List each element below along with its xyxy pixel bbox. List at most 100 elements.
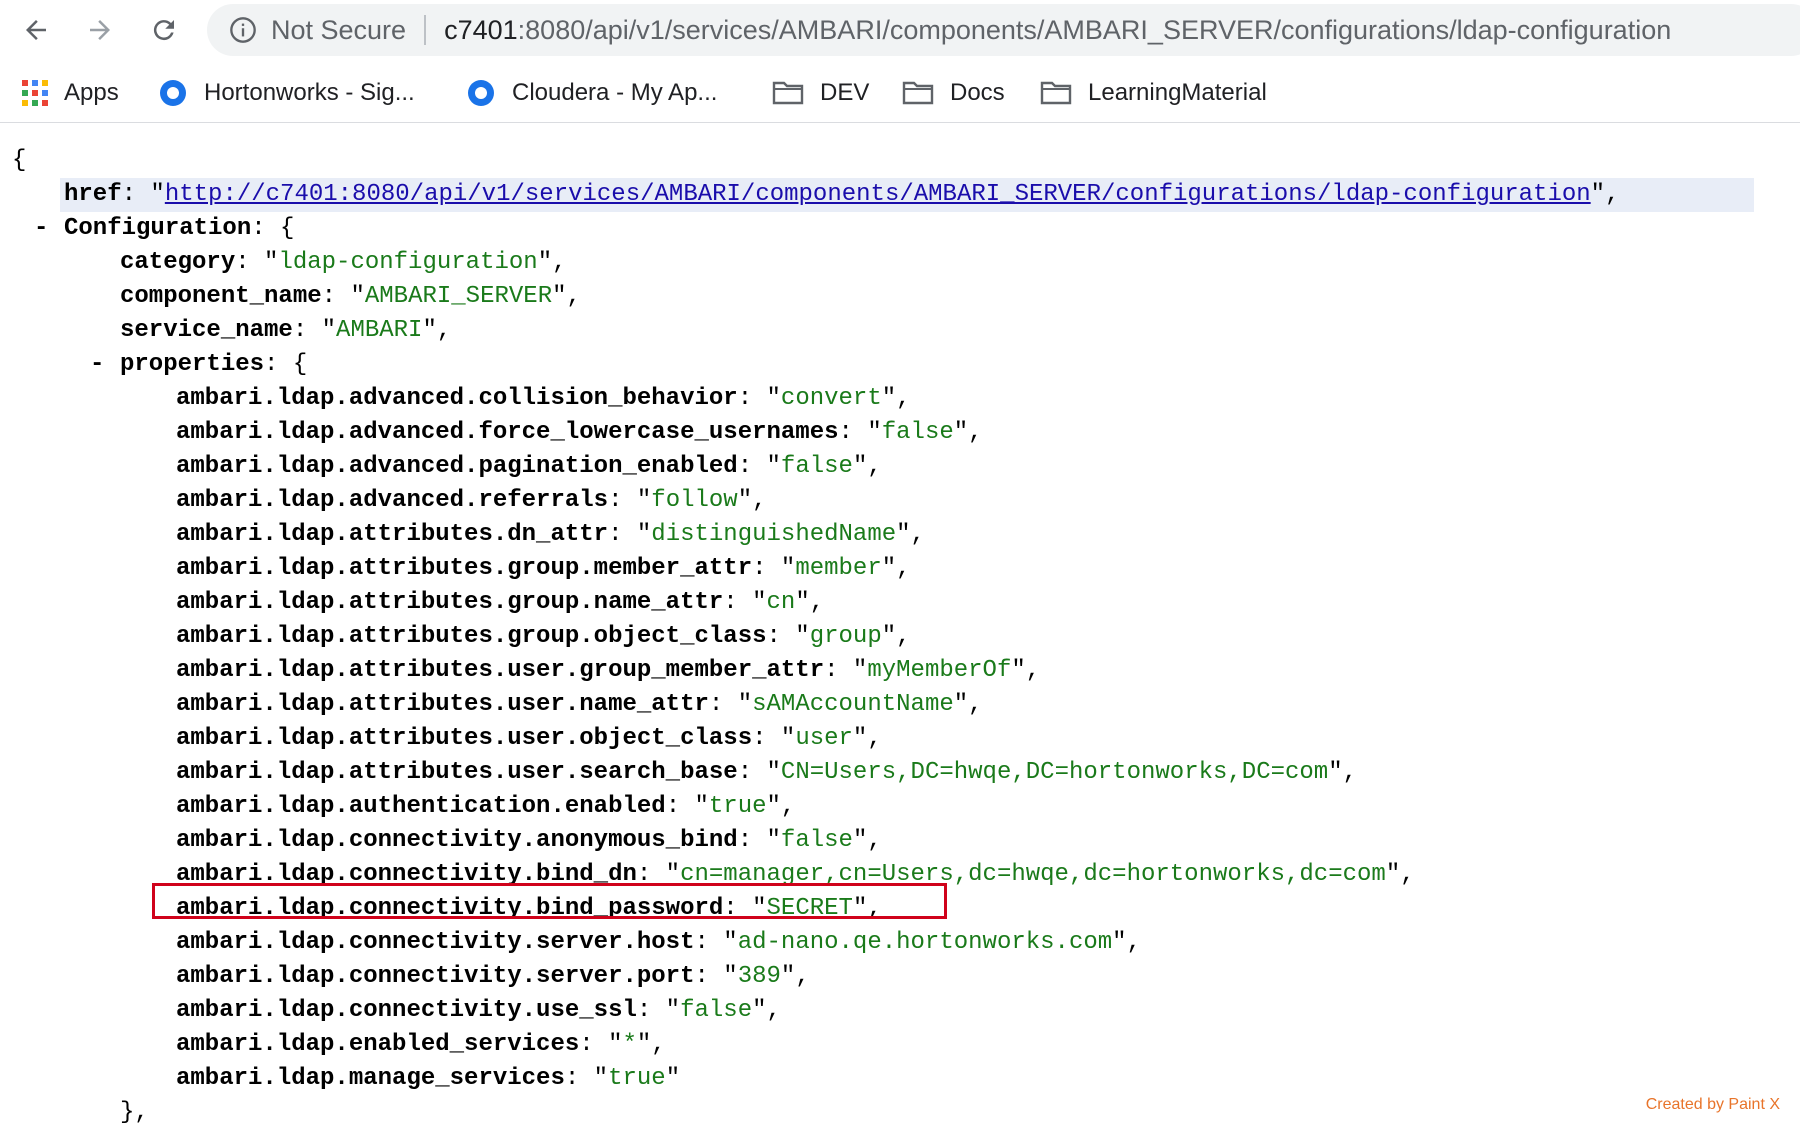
properties-row: properties: { [120, 351, 308, 378]
security-label[interactable]: Not Secure [271, 15, 406, 46]
property-key: ambari.ldap.attributes.user.search_base [176, 759, 738, 786]
json-closing-brace: }, [120, 1099, 149, 1126]
json-open-brace: { [12, 147, 27, 174]
collapse-toggle-configuration[interactable]: - [34, 212, 48, 246]
bookmark-learningmaterial[interactable]: LearningMaterial [1040, 64, 1267, 122]
property-row: ambari.ldap.connectivity.use_ssl: "false… [176, 997, 781, 1024]
property-value: * [622, 1031, 637, 1058]
property-key: ambari.ldap.connectivity.server.port [176, 963, 695, 990]
json-string-value: ldap-configuration [278, 249, 538, 276]
property-row: ambari.ldap.enabled_services: "*", [176, 1031, 666, 1058]
property-key: ambari.ldap.connectivity.anonymous_bind [176, 827, 738, 854]
property-row: ambari.ldap.advanced.force_lowercase_use… [176, 419, 983, 446]
folder-icon [1040, 81, 1072, 105]
property-row: ambari.ldap.advanced.pagination_enabled:… [176, 453, 882, 480]
property-key: ambari.ldap.attributes.group.member_attr [176, 555, 753, 582]
json-key: properties [120, 351, 265, 378]
url-host[interactable]: c7401 [444, 15, 518, 46]
property-row: ambari.ldap.attributes.dn_attr: "disting… [176, 521, 925, 548]
property-row: ambari.ldap.attributes.user.object_class… [176, 725, 882, 752]
property-row: ambari.ldap.attributes.user.search_base:… [176, 759, 1358, 786]
property-value: 389 [737, 963, 781, 990]
property-row: ambari.ldap.attributes.user.group_member… [176, 657, 1041, 684]
bookmark-label: Cloudera - My Ap... [512, 79, 718, 106]
property-value: follow [651, 487, 738, 514]
collapse-toggle-properties[interactable]: - [90, 348, 104, 382]
service-name-row: service_name: "AMBARI", [120, 317, 452, 344]
folder-icon [772, 81, 804, 105]
property-value: myMemberOf [867, 657, 1012, 684]
watermark: Created by Paint X [1645, 1096, 1780, 1113]
reload-icon [153, 20, 174, 41]
json-key: component_name [120, 283, 322, 310]
property-key: ambari.ldap.attributes.group.name_attr [176, 589, 724, 616]
property-value: false [881, 419, 954, 446]
property-value: user [795, 725, 853, 752]
property-key: ambari.ldap.attributes.group.object_clas… [176, 623, 767, 650]
property-key: ambari.ldap.advanced.force_lowercase_use… [176, 419, 839, 446]
property-value: cn [766, 589, 796, 616]
category-row: category: "ldap-configuration", [120, 249, 567, 276]
property-key: ambari.ldap.attributes.user.group_member… [176, 657, 825, 684]
reload-button[interactable] [144, 10, 184, 50]
property-key: ambari.ldap.connectivity.use_ssl [176, 997, 637, 1024]
browser-toolbar: Not Secure c7401:8080/api/v1/services/AM… [0, 0, 1800, 62]
bookmark-label: Docs [950, 79, 1005, 106]
property-value: true [608, 1065, 666, 1092]
forward-arrow-icon [90, 20, 110, 40]
property-value: CN=Users,DC=hwqe,DC=hortonworks,DC=com [780, 759, 1329, 786]
href-link[interactable]: http://c7401:8080/api/v1/services/AMBARI… [165, 181, 1591, 208]
property-value: false [680, 997, 753, 1024]
property-row: ambari.ldap.attributes.user.name_attr: "… [176, 691, 983, 718]
bookmark-dev[interactable]: DEV [772, 64, 869, 122]
configuration-row: Configuration: { [64, 215, 295, 242]
bookmarks-bar: Apps Hortonworks - Sig... Cloudera - My … [0, 64, 1800, 123]
property-key: ambari.ldap.enabled_services [176, 1031, 580, 1058]
property-value: false [780, 827, 853, 854]
json-string-value: AMBARI [336, 317, 423, 344]
property-row: ambari.ldap.connectivity.server.port: "3… [176, 963, 810, 990]
property-value: sAMAccountName [752, 691, 954, 718]
apps-grid-icon [22, 80, 48, 106]
property-value: ad-nano.qe.hortonworks.com [737, 929, 1113, 956]
property-value: convert [780, 385, 882, 412]
cloudera-logo-icon [468, 80, 494, 106]
address-bar[interactable]: Not Secure c7401:8080/api/v1/services/AM… [207, 4, 1800, 56]
back-button[interactable] [16, 10, 56, 50]
info-icon[interactable] [229, 16, 257, 44]
property-key: ambari.ldap.advanced.referrals [176, 487, 609, 514]
bookmark-cloudera[interactable]: Cloudera - My Ap... [466, 64, 717, 122]
property-value: group [809, 623, 882, 650]
property-row: ambari.ldap.advanced.collision_behavior:… [176, 385, 911, 412]
bookmark-label: Apps [64, 79, 119, 106]
property-key: ambari.ldap.manage_services [176, 1065, 565, 1092]
bookmark-hortonworks[interactable]: Hortonworks - Sig... [158, 64, 415, 122]
bookmark-apps[interactable]: Apps [22, 64, 119, 122]
property-key: ambari.ldap.connectivity.server.host [176, 929, 695, 956]
property-key: ambari.ldap.attributes.dn_attr [176, 521, 609, 548]
property-key: ambari.ldap.attributes.user.object_class [176, 725, 753, 752]
bind-password-highlight-box [152, 883, 947, 919]
json-key: service_name [120, 317, 293, 344]
hortonworks-logo-icon [160, 80, 186, 106]
json-string-value: AMBARI_SERVER [364, 283, 553, 310]
property-key: ambari.ldap.advanced.collision_behavior [176, 385, 738, 412]
back-arrow-icon [26, 20, 46, 40]
property-value: distinguishedName [651, 521, 897, 548]
address-separator [424, 15, 427, 45]
property-row: ambari.ldap.manage_services: "true" [176, 1065, 681, 1092]
json-key: Configuration [64, 215, 252, 242]
property-row: ambari.ldap.connectivity.server.host: "a… [176, 929, 1141, 956]
property-row: ambari.ldap.advanced.referrals: "follow"… [176, 487, 767, 514]
property-key: ambari.ldap.authentication.enabled [176, 793, 666, 820]
bookmark-docs[interactable]: Docs [902, 64, 1005, 122]
property-key: ambari.ldap.attributes.user.name_attr [176, 691, 709, 718]
json-key: category [120, 249, 236, 276]
href-row: href: "http://c7401:8080/api/v1/services… [64, 181, 1620, 208]
property-row: ambari.ldap.attributes.group.member_attr… [176, 555, 911, 582]
forward-button[interactable] [80, 10, 120, 50]
property-row: ambari.ldap.attributes.group.name_attr: … [176, 589, 825, 616]
property-value: true [708, 793, 767, 820]
json-key: href [64, 181, 122, 208]
url-path[interactable]: :8080/api/v1/services/AMBARI/components/… [518, 15, 1672, 46]
